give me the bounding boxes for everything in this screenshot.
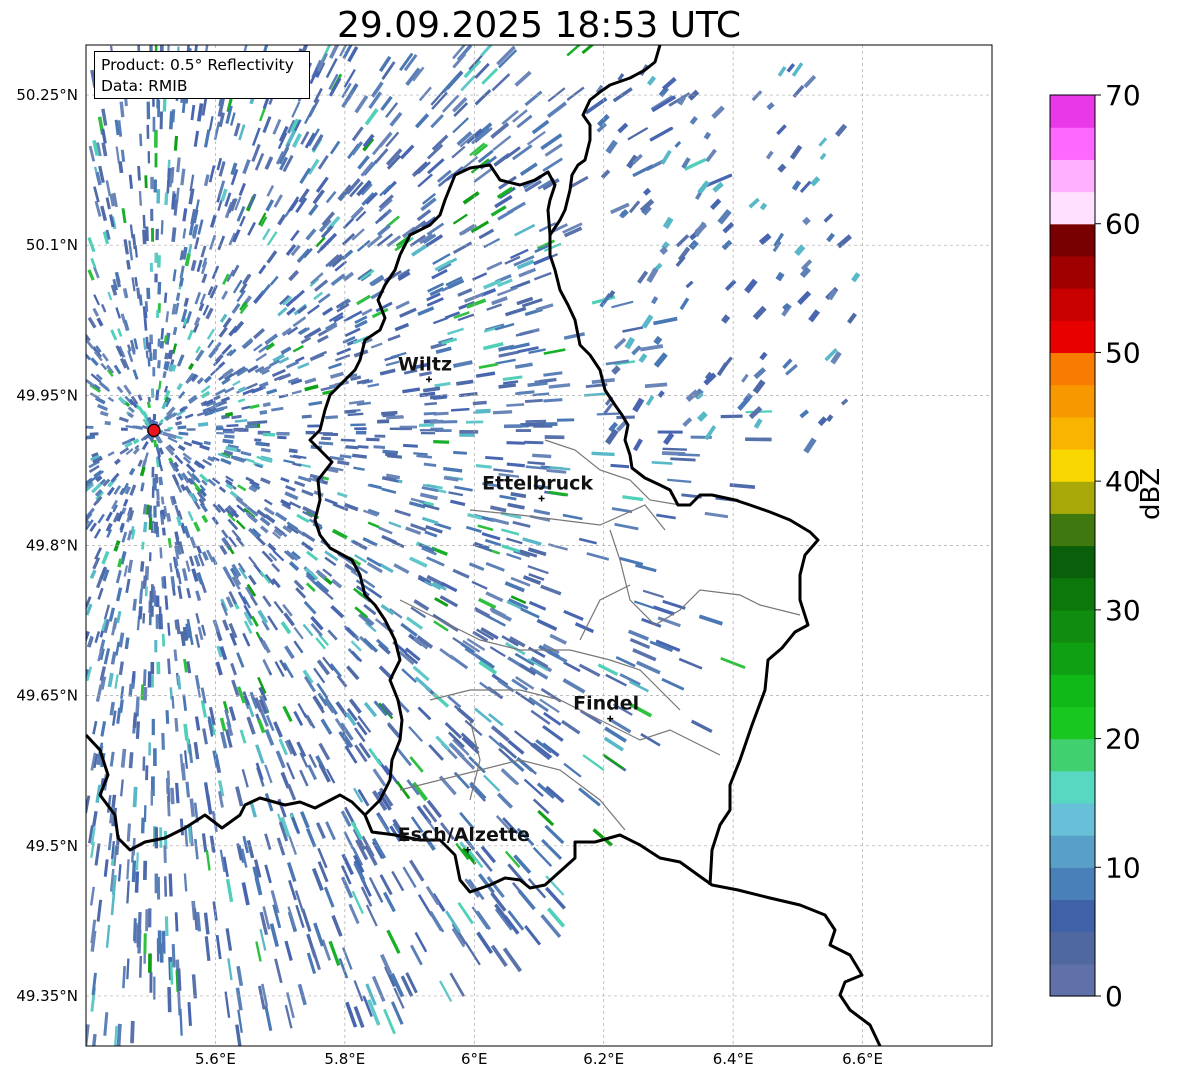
- colorbar-segment: [1050, 223, 1095, 257]
- colorbar-segment: [1050, 802, 1095, 836]
- lon-tick-label: 6.6°E: [842, 1050, 883, 1068]
- colorbar-segment: [1050, 288, 1095, 321]
- data-source-label: Data: RMIB: [101, 77, 188, 95]
- colorbar-tick-label: 70: [1105, 79, 1141, 112]
- colorbar-segment: [1050, 899, 1095, 933]
- colorbar-tick-label: 50: [1105, 336, 1141, 369]
- colorbar-tick-label: 20: [1105, 723, 1141, 756]
- colorbar-segment: [1050, 706, 1095, 740]
- lon-tick-label: 6.4°E: [713, 1050, 754, 1068]
- colorbar-segment: [1050, 481, 1095, 514]
- city-label: Wiltz: [398, 353, 452, 375]
- lat-tick-label: 50.25°N: [16, 86, 78, 104]
- colorbar-segment: [1050, 642, 1095, 675]
- colorbar-tick-label: 0: [1105, 980, 1123, 1013]
- map-area[interactable]: Wiltz Ettelbruck Findel Esch/Alzette: [81, 36, 993, 1058]
- colorbar-segment: [1050, 127, 1095, 160]
- lat-tick-label: 49.65°N: [16, 687, 78, 705]
- colorbar-segment: [1050, 738, 1095, 772]
- lon-tick-label: 6.2°E: [583, 1050, 624, 1068]
- colorbar-segment: [1050, 384, 1095, 418]
- radar-map: Wiltz Ettelbruck Findel Esch/Alzette 5.6°E 5…: [16, 36, 1141, 1068]
- colorbar-segment: [1050, 191, 1095, 225]
- lon-tick-label: 5.6°E: [195, 1050, 236, 1068]
- colorbar-segment: [1050, 963, 1095, 997]
- colorbar-segment: [1050, 255, 1095, 289]
- lat-tick-label: 50.1°N: [26, 236, 78, 254]
- colorbar-segment: [1050, 320, 1095, 354]
- colorbar-segment: [1050, 352, 1095, 386]
- city-label: Findel: [573, 693, 639, 715]
- lat-tick-label: 49.35°N: [16, 987, 78, 1005]
- city-label: Esch/Alzette: [398, 824, 530, 846]
- colorbar-tick-label: 30: [1105, 594, 1141, 627]
- colorbar-segment: [1050, 159, 1095, 193]
- city-label: Ettelbruck: [482, 472, 593, 494]
- colorbar-segment: [1050, 545, 1095, 579]
- colorbar-segment: [1050, 931, 1095, 965]
- colorbar-segment: [1050, 867, 1095, 901]
- colorbar-tick-label: 60: [1105, 208, 1141, 241]
- lon-tick-label: 5.8°E: [324, 1050, 365, 1068]
- colorbar-segment: [1050, 835, 1095, 868]
- colorbar-segment: [1050, 95, 1095, 128]
- colorbar-segment: [1050, 513, 1095, 547]
- colorbar-segment: [1050, 609, 1095, 643]
- product-info-box: Product: 0.5° Reflectivity Data: RMIB: [94, 51, 310, 99]
- lat-tick-label: 49.5°N: [26, 837, 78, 855]
- colorbar-segment: [1050, 674, 1095, 707]
- colorbar-label: dBZ: [1136, 467, 1166, 520]
- colorbar-segment: [1050, 416, 1095, 450]
- colorbar-segment: [1050, 577, 1095, 611]
- lat-tick-label: 49.8°N: [26, 537, 78, 555]
- radar-site-icon: [147, 423, 161, 437]
- colorbar: 010203040506070: [1049, 79, 1141, 1013]
- colorbar-segment: [1050, 448, 1095, 482]
- lat-tick-label: 49.95°N: [16, 386, 78, 404]
- colorbar-segment: [1050, 770, 1095, 804]
- colorbar-tick-label: 10: [1105, 851, 1141, 884]
- lon-tick-label: 6°E: [461, 1050, 488, 1068]
- product-label: Product: 0.5° Reflectivity: [101, 56, 294, 74]
- radar-site-marker: [147, 423, 161, 437]
